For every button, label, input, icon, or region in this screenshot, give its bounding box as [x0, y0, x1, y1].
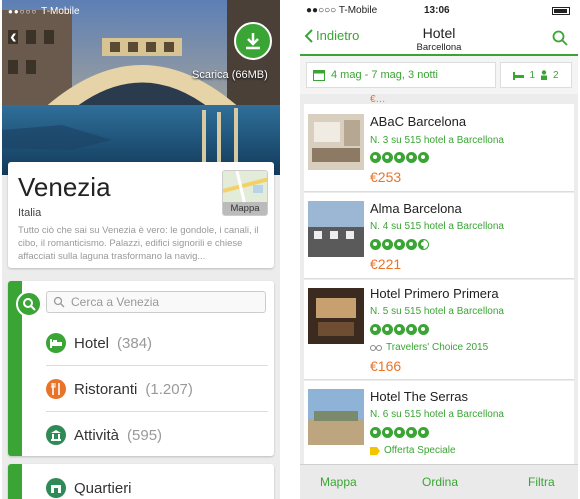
download-button[interactable]	[234, 22, 272, 60]
hero-image: ●●○○○ T-Mobile ‹ Scarica (66MB)	[2, 0, 280, 175]
attractions-icon	[46, 425, 66, 445]
download-icon	[246, 33, 260, 50]
divider	[46, 411, 268, 412]
hotel-list-screen: ●●○○○ T-Mobile 13:06 Indietro Hotel Barc…	[300, 0, 578, 499]
hotel-rank: N. 3 su 515 hotel a Barcellona	[370, 135, 504, 146]
magnifier-icon	[53, 296, 65, 308]
rating-bubbles	[370, 427, 429, 438]
hotel-price: €166	[370, 358, 402, 374]
map-tab[interactable]: Mappa	[320, 475, 357, 489]
hotel-rank: N. 4 su 515 hotel a Barcellona	[370, 221, 504, 232]
menu-label: Quartieri	[74, 479, 132, 497]
hotel-name: ABaC Barcelona	[370, 114, 467, 129]
hotel-photo	[308, 288, 364, 344]
neighborhood-icon	[46, 478, 66, 498]
sort-tab[interactable]: Ordina	[422, 475, 458, 489]
hotel-name: Alma Barcelona	[370, 201, 462, 216]
bed-icon	[46, 333, 66, 353]
date-selector[interactable]: 4 mag - 7 mag, 3 notti	[306, 62, 496, 88]
menu-item-restaurants[interactable]: Ristoranti (1.207)	[46, 367, 268, 411]
city-search-input[interactable]: Cerca a Venezia	[46, 291, 266, 313]
page-subtitle: Barcellona	[416, 42, 462, 53]
map-icon	[223, 171, 267, 206]
search-badge	[16, 291, 42, 317]
hotel-list-item[interactable]: Alma Barcelona N. 4 su 515 hotel a Barce…	[304, 193, 574, 279]
hotel-rank: N. 5 su 515 hotel a Barcellona	[370, 306, 504, 317]
hotel-list-item[interactable]: ABaC Barcelona N. 3 su 515 hotel a Barce…	[304, 104, 574, 192]
menu-item-neighborhoods[interactable]: Quartieri	[46, 466, 268, 499]
tag-icon	[370, 446, 380, 455]
menu-count: (595)	[127, 426, 163, 444]
restaurant-icon	[46, 379, 66, 399]
date-range: 4 mag - 7 mag, 3 notti	[331, 69, 438, 81]
rating-bubbles	[370, 324, 429, 335]
search-icon	[552, 30, 568, 46]
city-description[interactable]: Tutto ciò che sai su Venezia è vero: le …	[18, 224, 266, 264]
owl-icon	[370, 344, 382, 351]
menu-count: (384)	[117, 334, 153, 352]
room-count: 1	[529, 69, 535, 81]
menu-item-attractions[interactable]: Attività (595)	[46, 413, 268, 456]
status-bar: ●●○○○ T-Mobile 13:06	[300, 0, 578, 20]
special-offer-badge: Offerta Speciale	[370, 445, 456, 456]
hotel-rank: N. 6 su 515 hotel a Barcellona	[370, 409, 504, 420]
signal-icon: ●●○○○	[8, 7, 38, 16]
hotel-price: €221	[370, 256, 402, 272]
carrier-label: T-Mobile	[41, 6, 80, 17]
menu-label: Ristoranti	[74, 380, 138, 398]
filter-tab[interactable]: Filtra	[528, 475, 555, 489]
hotel-photo	[308, 114, 364, 170]
bed-icon	[513, 71, 525, 80]
venice-guide-screen: ●●○○○ T-Mobile ‹ Scarica (66MB) Venezia …	[2, 0, 280, 499]
rating-bubbles	[370, 239, 429, 250]
status-bar: ●●○○○ T-Mobile	[8, 6, 80, 17]
menu-count: (1.207)	[145, 380, 193, 398]
nav-bar: Indietro Hotel Barcellona	[300, 20, 578, 56]
bottom-toolbar: Mappa Ordina Filtra	[300, 464, 578, 499]
guest-count: 2	[553, 69, 559, 81]
map-label: Mappa	[223, 202, 267, 215]
calendar-icon	[313, 70, 325, 81]
hotel-list-item[interactable]: Hotel Primero Primera N. 5 su 515 hotel …	[304, 280, 574, 380]
back-icon[interactable]: ‹	[10, 26, 17, 49]
filter-bar: 4 mag - 7 mag, 3 notti 1 2	[300, 56, 578, 94]
travelers-choice-badge: Travelers' Choice 2015	[370, 342, 488, 353]
hotel-price: €253	[370, 169, 402, 185]
menu-label: Hotel	[74, 334, 110, 352]
search-button[interactable]	[552, 30, 568, 51]
search-icon	[23, 298, 36, 311]
menu-item-hotel[interactable]: Hotel (384)	[46, 321, 268, 365]
hotel-photo	[308, 201, 364, 257]
person-icon	[541, 70, 547, 80]
hotel-name: Hotel The Serras	[370, 389, 469, 404]
search-placeholder: Cerca a Venezia	[71, 295, 160, 309]
map-thumbnail[interactable]: Mappa	[222, 170, 268, 216]
page-title: Hotel	[422, 25, 456, 41]
guest-selector[interactable]: 1 2	[500, 62, 572, 88]
rating-bubbles	[370, 152, 429, 163]
accent-bar	[8, 464, 22, 499]
city-name: Venezia	[18, 172, 111, 202]
city-country: Italia	[18, 207, 42, 219]
category-card: Cerca a Venezia Hotel (384) Ristoranti (…	[8, 281, 274, 456]
hotel-list-item[interactable]: Hotel The Serras N. 6 su 515 hotel a Bar…	[304, 381, 574, 471]
rialto-bridge-photo	[2, 0, 280, 175]
clock: 13:06	[424, 5, 450, 16]
screenshot-root: ●●○○○ T-Mobile ‹ Scarica (66MB) Venezia …	[0, 0, 580, 499]
hotel-name: Hotel Primero Primera	[370, 286, 499, 301]
carrier-label: ●●○○○ T-Mobile	[306, 5, 378, 16]
download-label: Scarica (66MB)	[192, 69, 268, 81]
neighborhoods-card[interactable]: Quartieri	[8, 464, 274, 499]
menu-label: Attività	[74, 426, 120, 444]
divider	[46, 365, 268, 366]
hotel-photo	[308, 389, 364, 445]
city-card: Venezia Italia Tutto ciò che sai su Vene…	[8, 162, 274, 268]
battery-icon	[552, 7, 570, 15]
